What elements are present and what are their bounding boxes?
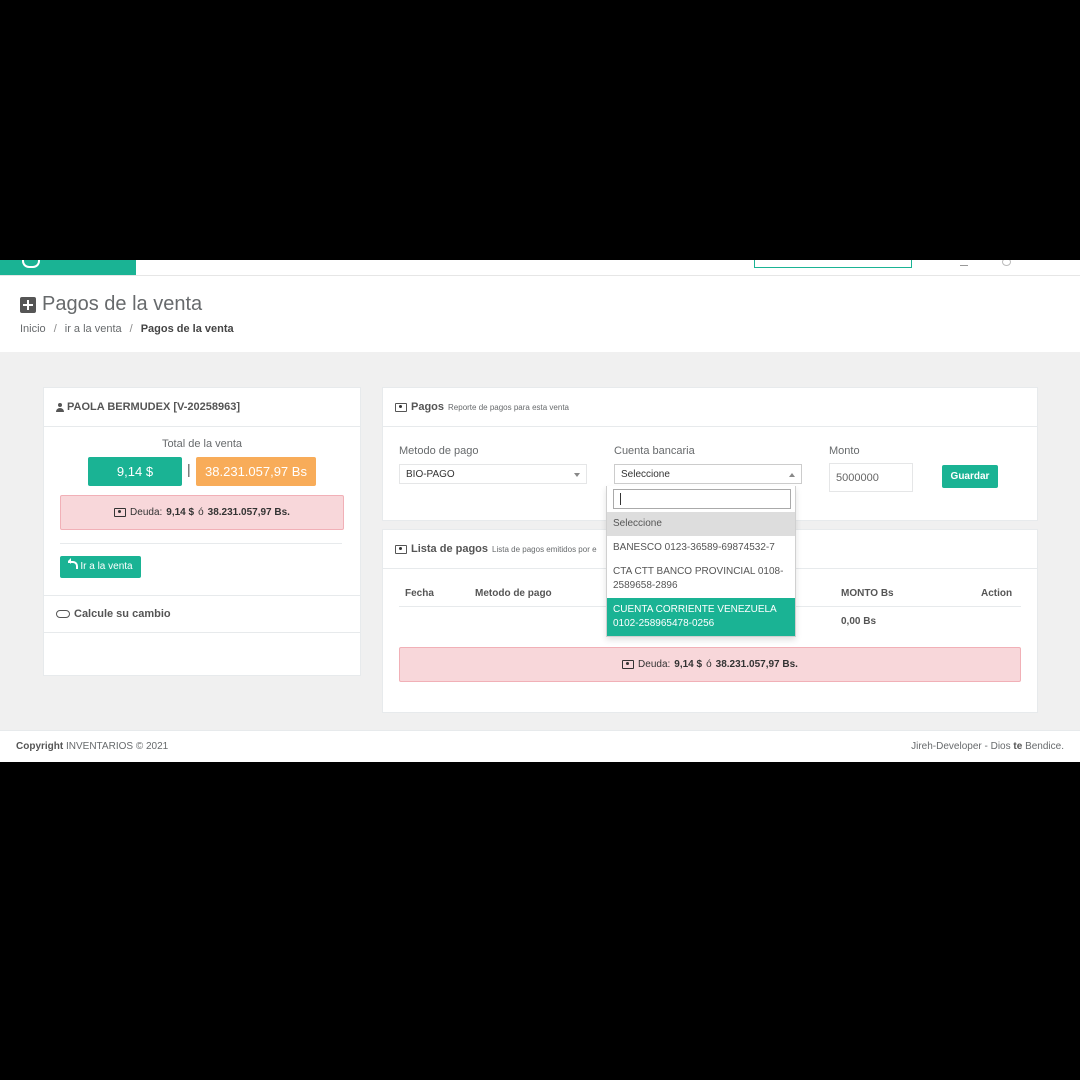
go-to-sale-button[interactable]: Ir a la venta	[60, 556, 141, 578]
debt-usd: 9,14 $	[674, 659, 703, 670]
bank-account-value: Seleccione	[621, 469, 670, 480]
credit-pre: Jireh-Developer - Dios	[911, 741, 1011, 752]
amount-value: 5000000	[836, 472, 879, 484]
app-window: Pagos de la venta Inicio / ir a la venta…	[0, 260, 1080, 762]
dropdown-option[interactable]: CTA CTT BANCO PROVINCIAL 0108-2589658-28…	[607, 560, 795, 598]
notification-icon[interactable]	[960, 260, 968, 266]
credit-bold: te	[1013, 741, 1023, 752]
breadcrumb-current: Pagos de la venta	[140, 323, 234, 335]
payments-subtitle: Reporte de pagos para esta venta	[448, 402, 569, 412]
breadcrumb-sale[interactable]: ir a la venta	[65, 323, 122, 335]
debt-bs: 38.231.057,97 Bs.	[207, 507, 290, 518]
debt-label: Deuda:	[130, 507, 163, 518]
breadcrumb-separator: /	[129, 323, 133, 335]
debt-label: Deuda:	[638, 659, 671, 670]
text-cursor	[620, 493, 621, 505]
user-menu-icon[interactable]	[1002, 260, 1011, 266]
customer-card: PAOLA BERMUDEX [V-20258963] Total de la …	[43, 387, 361, 676]
bank-account-select[interactable]: Seleccione	[614, 464, 802, 484]
method-label: Metodo de pago	[399, 445, 479, 457]
payments-list-title: Lista de pagos	[411, 543, 489, 555]
debt-or: ó	[198, 507, 204, 518]
debt-usd: 9,14 $	[166, 507, 195, 518]
page-title-text: Pagos de la venta	[42, 293, 203, 315]
payment-method-select[interactable]: BIO-PAGO	[399, 464, 587, 484]
total-bs-badge: 38.231.057,97 Bs	[196, 457, 316, 486]
dropdown-search-input[interactable]	[613, 489, 791, 509]
reply-icon	[68, 558, 79, 569]
column-header-action: Action	[981, 588, 1013, 599]
footer: Copyright INVENTARIOS © 2021 Jireh-Devel…	[0, 730, 1080, 762]
payments-title: Pagos	[411, 401, 445, 413]
top-search-box[interactable]	[754, 260, 912, 268]
logo-icon	[22, 260, 40, 268]
brand-logo[interactable]	[0, 260, 136, 275]
money-icon	[622, 660, 635, 669]
dropdown-option[interactable]: Seleccione	[607, 512, 795, 536]
dropdown-option[interactable]: BANESCO 0123-36589-69874532-7	[607, 536, 795, 560]
payments-list-subtitle: Lista de pagos emitidos por e	[492, 544, 597, 554]
column-header-method: Metodo de pago	[475, 588, 552, 599]
payments-card-header: Pagos Reporte de pagos para esta venta	[383, 388, 1037, 427]
card-divider	[60, 543, 342, 544]
customer-card-header: PAOLA BERMUDEX [V-20258963]	[44, 388, 360, 427]
plus-square-icon	[20, 296, 36, 313]
copyright-label: Copyright	[16, 741, 64, 752]
amount-input[interactable]: 5000000	[829, 463, 913, 492]
breadcrumb-separator: /	[53, 323, 57, 335]
money-icon	[395, 544, 407, 554]
total-amount-cell: 0,00 Bs	[841, 616, 877, 627]
bank-account-dropdown: Seleccione BANESCO 0123-36589-69874532-7…	[606, 486, 796, 637]
total-usd-badge: 9,14 $	[88, 457, 182, 486]
breadcrumb: Inicio / ir a la venta / Pagos de la ven…	[20, 323, 234, 335]
money-icon	[114, 508, 127, 517]
top-navbar	[0, 260, 1080, 276]
save-button[interactable]: Guardar	[942, 465, 998, 488]
breadcrumb-home[interactable]: Inicio	[20, 323, 46, 335]
debt-alert: Deuda: 9,14 $ ó 38.231.057,97 Bs.	[399, 647, 1021, 682]
handshake-icon	[56, 610, 70, 618]
debt-alert: Deuda: 9,14 $ ó 38.231.057,97 Bs.	[60, 495, 344, 530]
amount-label: Monto	[829, 445, 860, 457]
customer-name: PAOLA BERMUDEX [V-20258963]	[67, 401, 240, 413]
chevron-down-icon	[574, 473, 580, 480]
dropdown-option-highlighted[interactable]: CUENTA CORRIENTE VENEZUELA 0102-25896547…	[607, 598, 795, 636]
calc-change-label: Calcule su cambio	[74, 608, 171, 620]
chevron-up-icon	[789, 470, 795, 477]
account-label: Cuenta bancaria	[614, 445, 695, 457]
calc-change-section[interactable]: Calcule su cambio	[44, 595, 360, 633]
copyright-text: INVENTARIOS © 2021	[66, 741, 169, 752]
payment-method-value: BIO-PAGO	[406, 469, 455, 480]
user-icon	[56, 402, 64, 412]
total-separator: |	[187, 461, 191, 477]
page-header: Pagos de la venta Inicio / ir a la venta…	[0, 276, 1080, 352]
column-header-amount: MONTO Bs	[841, 588, 894, 599]
footer-credit: Jireh-Developer - Dios te Bendice.	[911, 741, 1064, 752]
debt-or: ó	[706, 659, 712, 670]
debt-bs: 38.231.057,97 Bs.	[715, 659, 798, 670]
column-header-date: Fecha	[405, 588, 434, 599]
credit-post: Bendice.	[1025, 741, 1064, 752]
footer-copyright: Copyright INVENTARIOS © 2021	[16, 741, 168, 752]
money-icon	[395, 402, 407, 412]
page-title: Pagos de la venta	[20, 293, 202, 316]
go-to-sale-label: Ir a la venta	[80, 561, 133, 572]
sale-total-label: Total de la venta	[161, 438, 243, 450]
